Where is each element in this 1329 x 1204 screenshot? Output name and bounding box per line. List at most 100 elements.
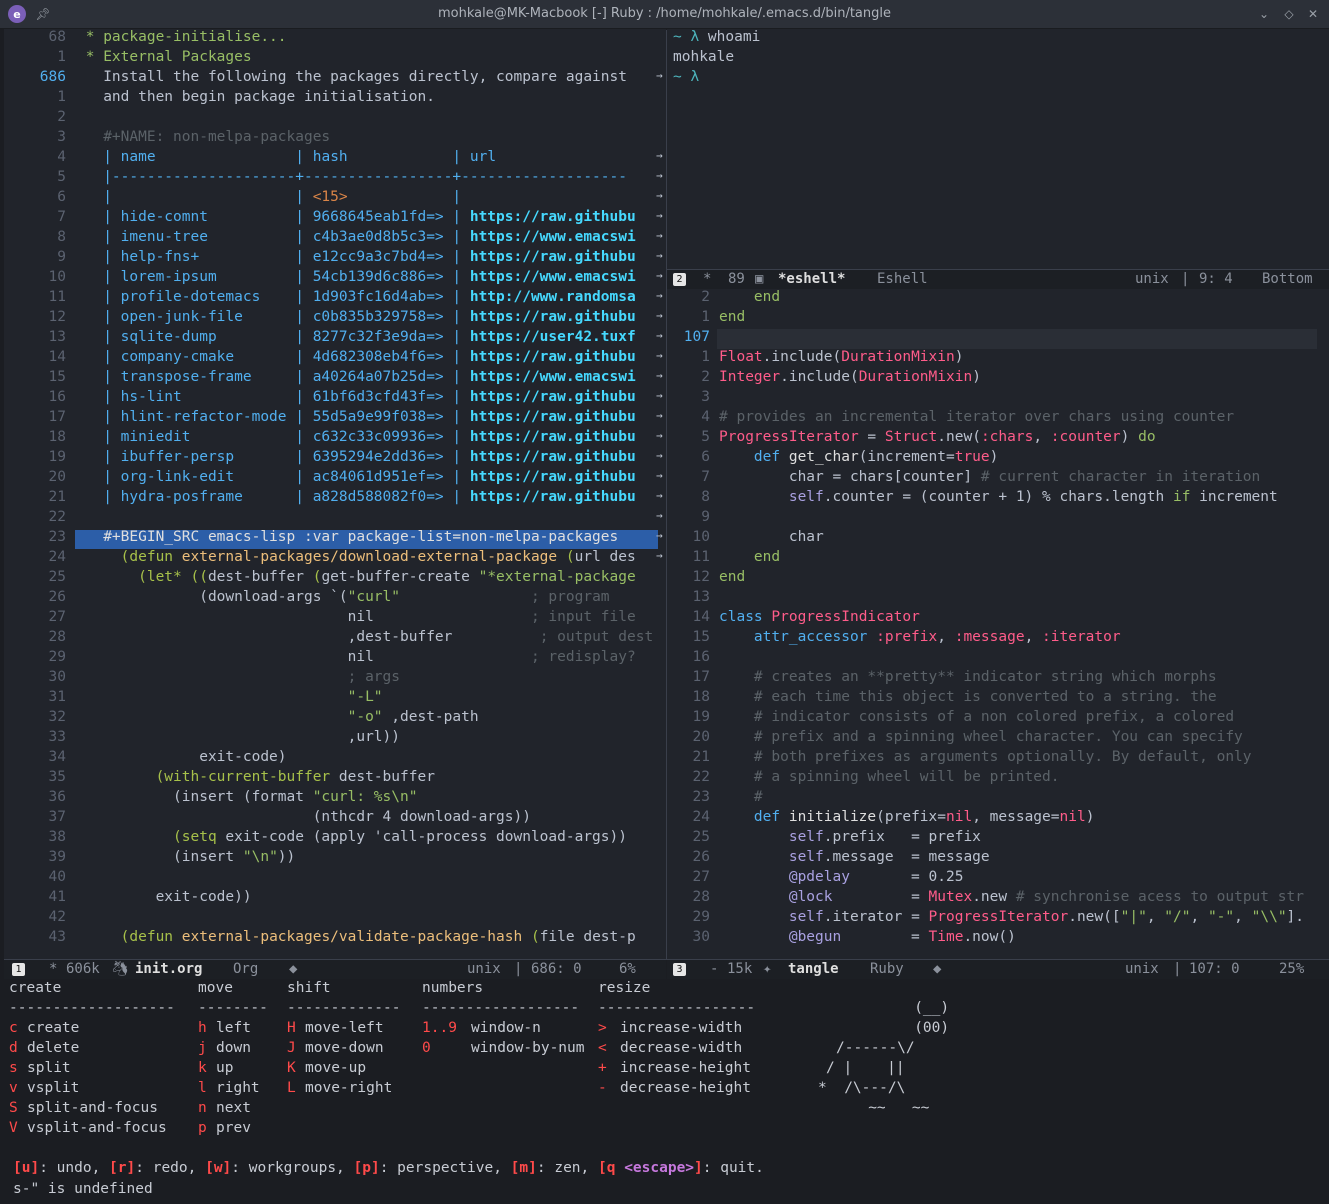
code-line[interactable]: | company-cmake | 4d682308eb4f6=> | http… (77, 349, 636, 365)
code-line[interactable]: "-L" (77, 689, 383, 705)
code-line[interactable]: # (719, 789, 763, 805)
code-line[interactable]: (defun external-packages/download-extern… (77, 549, 636, 565)
code-line[interactable]: ,dest-buffer ; output dest (77, 629, 654, 645)
hydra-action-resize[interactable]: decrease-height (620, 1080, 751, 1096)
hydra-key-move[interactable]: l (198, 1080, 207, 1096)
footer-key[interactable]: [q <escape>] (598, 1160, 703, 1176)
hydra-key-create[interactable]: S (9, 1100, 18, 1116)
code-line[interactable]: class ProgressIndicator (719, 609, 920, 625)
code-line[interactable]: @begun = Time.now() (719, 929, 1016, 945)
code-line[interactable]: (setq exit-code (apply 'call-process dow… (77, 829, 627, 845)
major-mode[interactable]: Ruby (870, 961, 904, 977)
code-line[interactable]: * package-initialise... (77, 29, 287, 45)
hydra-action-shift[interactable]: move-left (305, 1020, 384, 1036)
code-line[interactable]: ProgressIterator = Struct.new(:chars, :c… (719, 429, 1156, 445)
hydra-key-shift[interactable]: H (287, 1020, 296, 1036)
code-line[interactable]: (download-args `("curl" ; program (77, 589, 609, 605)
code-line[interactable]: # a spinning wheel will be printed. (719, 769, 1060, 785)
eshell-line[interactable]: mohkale (673, 49, 734, 65)
code-line[interactable]: (insert "\n")) (77, 849, 295, 865)
org-editor-pane[interactable]: 68 * package-initialise... 1 * External P… (4, 29, 666, 960)
hydra-key-create[interactable]: V (9, 1120, 18, 1136)
hydra-key-move[interactable]: j (198, 1040, 207, 1056)
hydra-key-resize[interactable]: - (598, 1080, 607, 1096)
hydra-action-create[interactable]: create (27, 1020, 79, 1036)
hydra-action-create[interactable]: vsplit-and-focus (27, 1120, 167, 1136)
hydra-action-resize[interactable]: increase-width (620, 1020, 742, 1036)
code-line[interactable]: exit-code) (77, 749, 286, 765)
code-line[interactable]: Float.include(DurationMixin) (719, 349, 963, 365)
hydra-key-move[interactable]: p (198, 1120, 207, 1136)
code-line[interactable]: Integer.include(DurationMixin) (719, 369, 981, 385)
hydra-action-shift[interactable]: move-up (305, 1060, 366, 1076)
hydra-key-shift[interactable]: L (287, 1080, 296, 1096)
hydra-action-resize[interactable]: increase-height (620, 1060, 751, 1076)
hydra-action-create[interactable]: vsplit (27, 1080, 79, 1096)
code-line[interactable]: # prefix and a spinning wheel character.… (719, 729, 1243, 745)
modeline-eshell[interactable]: 2 * 89 ▣ *eshell* Eshell unix | 9: 4 Bot… (667, 269, 1329, 289)
code-line[interactable]: | miniedit | c632c33c09936=> | https://r… (77, 429, 636, 445)
minimize-icon[interactable]: ⌄ (1255, 5, 1273, 23)
code-line[interactable]: | lorem-ipsum | 54cb139d6c886=> | https:… (77, 269, 636, 285)
hydra-key-numbers[interactable]: 0 (422, 1040, 431, 1056)
hydra-key-create[interactable]: s (9, 1060, 18, 1076)
code-line[interactable]: | hs-lint | 61bf6d3cfd43f=> | https://ra… (77, 389, 636, 405)
code-line[interactable]: def initialize(prefix=nil, message=nil) (719, 809, 1095, 825)
hydra-action-move[interactable]: down (216, 1040, 251, 1056)
maximize-icon[interactable]: ◇ (1280, 5, 1298, 23)
hydra-action-move[interactable]: next (216, 1100, 251, 1116)
code-line[interactable]: nil ; redisplay? (77, 649, 636, 665)
code-line[interactable]: "-o" ,dest-path (77, 709, 479, 725)
footer-key[interactable]: [w] (205, 1160, 231, 1176)
code-line[interactable]: (nthcdr 4 download-args)) (77, 809, 531, 825)
code-line[interactable]: | sqlite-dump | 8277c32f3e9da=> | https:… (77, 329, 636, 345)
code-line[interactable]: | hlint-refactor-mode | 55d5a9e99f038=> … (77, 409, 636, 425)
code-line[interactable]: (insert (format "curl: %s\n" (77, 789, 417, 805)
code-line[interactable]: | profile-dotemacs | 1d903fc16d4ab=> | h… (77, 289, 636, 305)
code-line[interactable]: and then begin package initialisation. (77, 89, 435, 105)
hydra-key-create[interactable]: c (9, 1020, 18, 1036)
code-line[interactable]: def get_char(increment=true) (719, 449, 998, 465)
code-line[interactable]: # both prefixes as arguments optionally.… (719, 749, 1252, 765)
code-line[interactable]: char (719, 529, 824, 545)
code-line[interactable]: end (719, 309, 745, 325)
code-line[interactable]: # provides an incremental iterator over … (719, 409, 1234, 425)
hydra-key-create[interactable]: v (9, 1080, 18, 1096)
modeline-right[interactable]: 3 - 15k ✦ tangle Ruby ◆ unix | 107: 0 25… (667, 959, 1329, 979)
code-line[interactable]: | transpose-frame | a40264a07b25d=> | ht… (77, 369, 636, 385)
close-icon[interactable]: ✕ (1304, 5, 1322, 23)
major-mode[interactable]: Eshell (877, 271, 928, 287)
code-line[interactable]: * External Packages (77, 49, 252, 65)
hydra-action-move[interactable]: left (216, 1020, 251, 1036)
ruby-editor-pane[interactable]: 2 end 1 end 107 1 Float.include(DurationMixin… (667, 289, 1329, 960)
code-line[interactable]: self.prefix = prefix (719, 829, 981, 845)
hydra-action-create[interactable]: delete (27, 1040, 79, 1056)
code-line[interactable]: |---------------------+-----------------… (77, 169, 627, 185)
hydra-key-resize[interactable]: < (598, 1040, 607, 1056)
code-line[interactable]: ,url)) (77, 729, 400, 745)
eshell-line[interactable]: ~ λ (673, 69, 699, 85)
modeline-left[interactable]: 1 * 606k 🦄︎ init.org Org ◆ unix | 686: 0… (4, 959, 666, 979)
code-line[interactable]: @lock = Mutex.new # synchronise acess to… (719, 889, 1304, 905)
hydra-action-create[interactable]: split (27, 1060, 71, 1076)
code-line[interactable]: # creates an **pretty** indicator string… (719, 669, 1217, 685)
code-line[interactable]: self.message = message (719, 849, 990, 865)
hydra-action-shift[interactable]: move-down (305, 1040, 384, 1056)
hydra-key-resize[interactable]: + (598, 1060, 607, 1076)
code-line[interactable]: nil ; input file (77, 609, 636, 625)
code-line[interactable]: # each time this object is converted to … (719, 689, 1217, 705)
hydra-action-resize[interactable]: decrease-width (620, 1040, 742, 1056)
code-line[interactable]: end (719, 569, 745, 585)
code-line[interactable]: @pdelay = 0.25 (719, 869, 964, 885)
eshell-line[interactable]: ~ λ whoami (673, 29, 760, 45)
hydra-key-move[interactable]: k (198, 1060, 207, 1076)
eshell-pane[interactable]: ~ λ whoami mohkale ~ λ (667, 29, 1329, 269)
code-line[interactable]: self.iterator = ProgressIterator.new(["|… (719, 909, 1304, 925)
code-line[interactable]: char = chars[counter] # current characte… (719, 469, 1260, 485)
hydra-key-numbers[interactable]: 1..9 (422, 1020, 457, 1036)
hydra-action-shift[interactable]: move-right (305, 1080, 392, 1096)
footer-key[interactable]: [m] (511, 1160, 537, 1176)
hydra-key-shift[interactable]: K (287, 1060, 296, 1076)
footer-key[interactable]: [r] (109, 1160, 135, 1176)
code-line[interactable]: Install the following the packages direc… (77, 69, 627, 85)
